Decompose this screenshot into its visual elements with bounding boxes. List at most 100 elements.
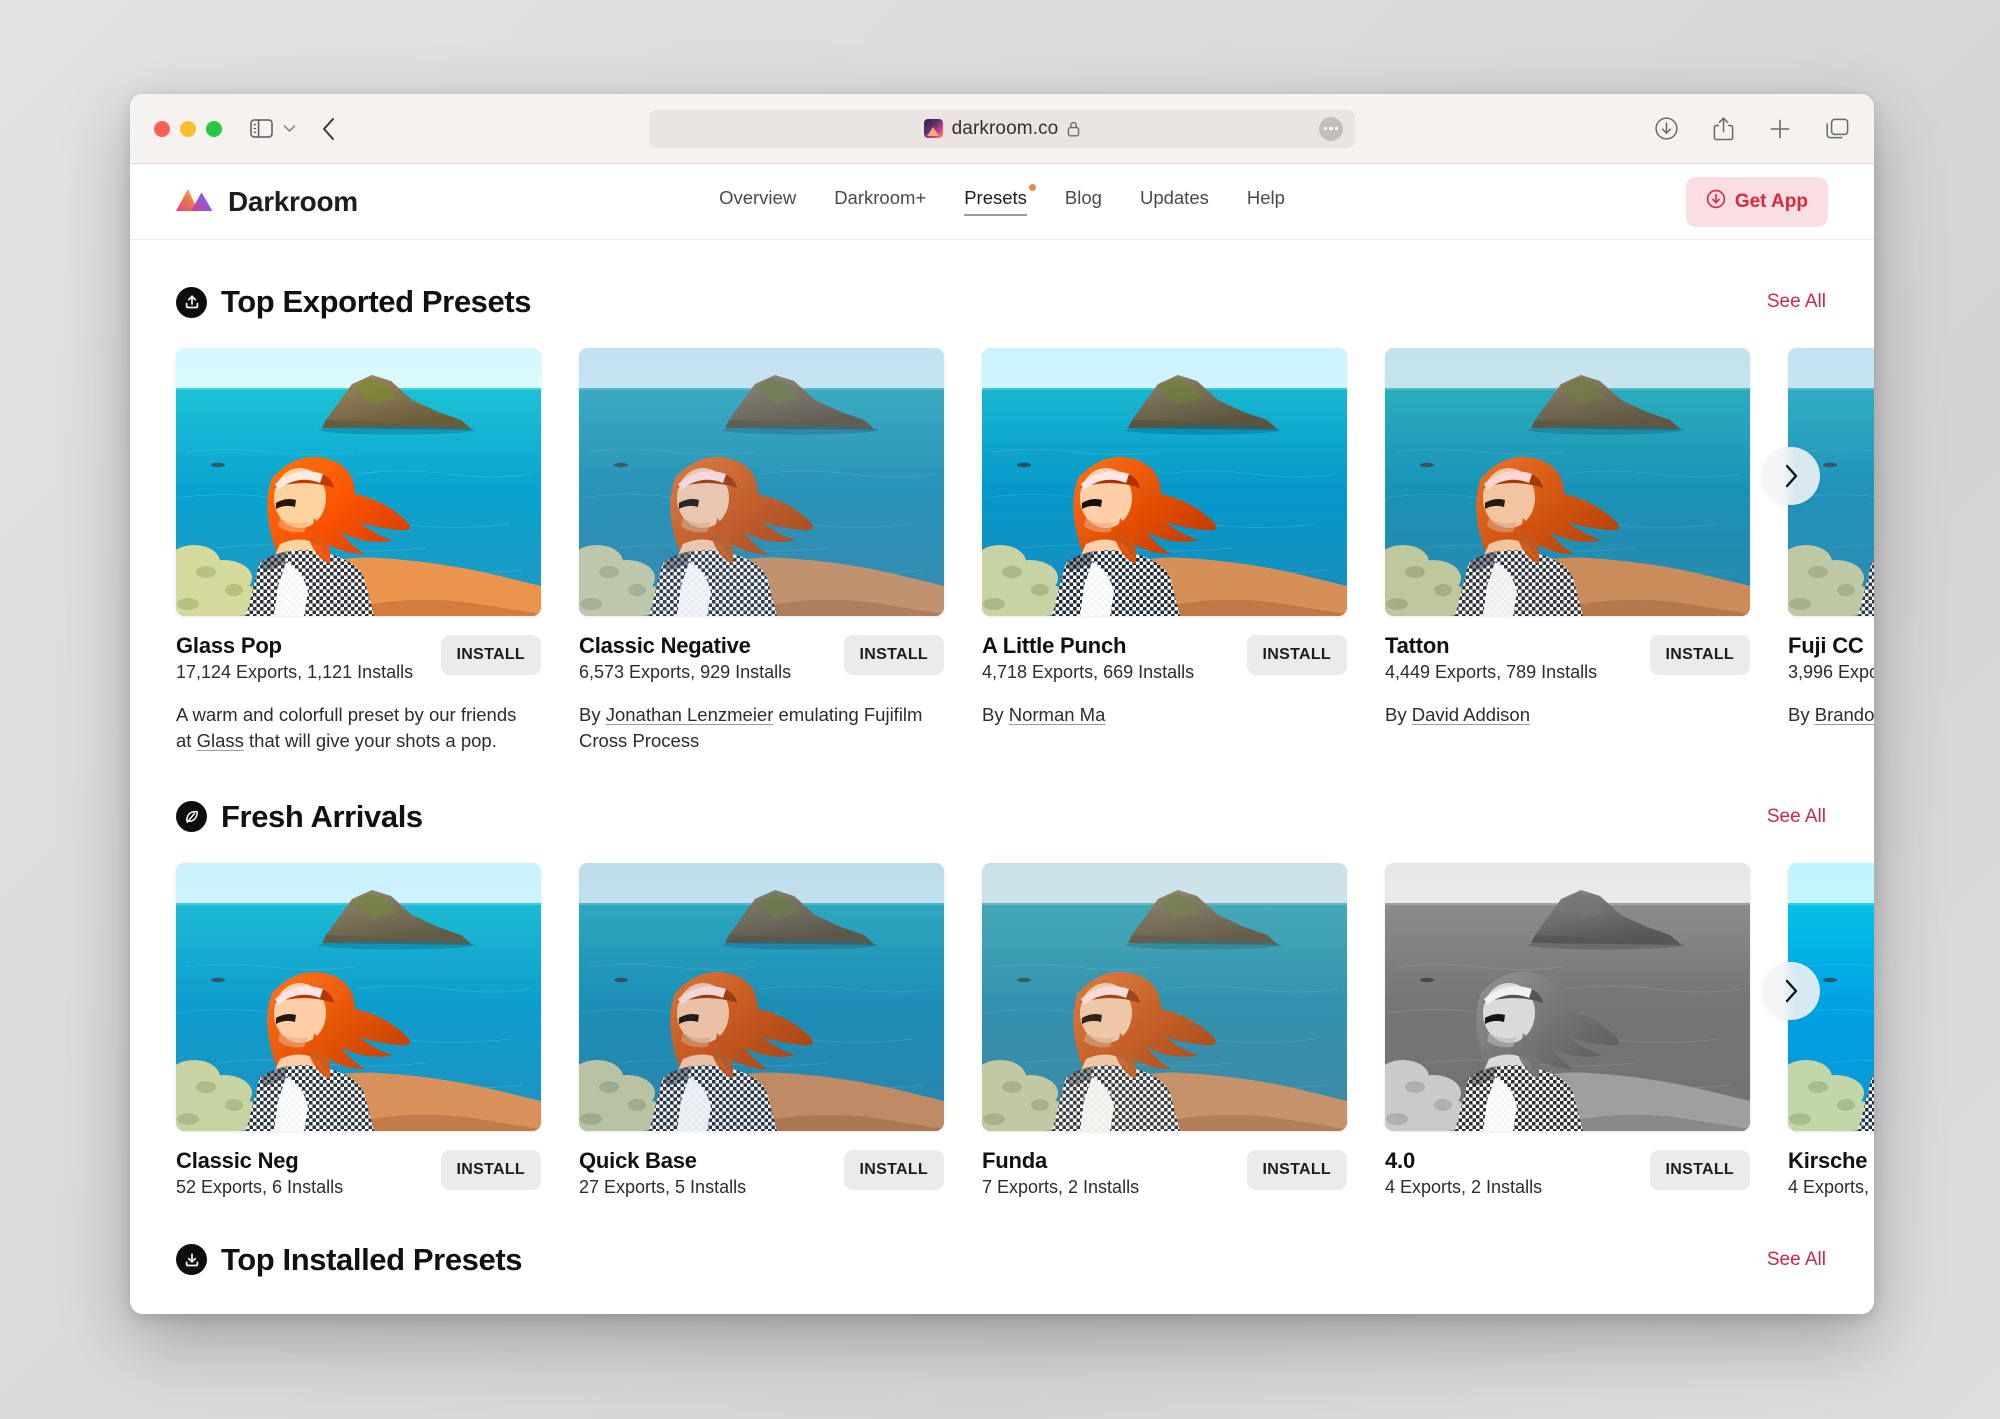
preset-thumbnail[interactable]: [1385, 863, 1750, 1131]
install-button[interactable]: INSTALL: [441, 635, 541, 675]
carousel-track: Classic Neg 52 Exports, 6 Installs INSTA…: [176, 863, 1874, 1198]
nav-item-darkroom-plus[interactable]: Darkroom+: [834, 187, 926, 216]
section-title: Top Installed Presets: [221, 1242, 522, 1278]
main-nav: Overview Darkroom+ Presets Blog Updates …: [719, 187, 1285, 216]
preset-meta: 4.0 4 Exports, 2 Installs INSTALL: [1385, 1148, 1750, 1198]
see-all-link[interactable]: See All: [1767, 806, 1828, 828]
preset-meta: Glass Pop 17,124 Exports, 1,121 Installs…: [176, 633, 541, 683]
get-app-button[interactable]: Get App: [1686, 177, 1828, 227]
carousel-next-button[interactable]: [1762, 962, 1820, 1020]
page-menu-button[interactable]: [1319, 117, 1343, 141]
preset-card[interactable]: Kirsche P 4 Exports, 1 INSTALL: [1788, 863, 1874, 1198]
preset-thumbnail[interactable]: [982, 348, 1347, 616]
desc-link[interactable]: Glass: [197, 730, 244, 751]
downloads-icon[interactable]: [1654, 116, 1679, 141]
close-window-button[interactable]: [154, 121, 170, 137]
preset-thumbnail[interactable]: [1385, 348, 1750, 616]
preset-thumbnail[interactable]: [176, 348, 541, 616]
lock-icon: [1067, 121, 1080, 137]
preset-stats: 3,996 Exports: [1788, 662, 1874, 683]
preset-card[interactable]: Classic Negative 6,573 Exports, 929 Inst…: [579, 348, 944, 755]
nav-label: Updates: [1140, 187, 1209, 208]
brand-logo-link[interactable]: Darkroom: [176, 185, 358, 218]
see-all-link[interactable]: See All: [1767, 291, 1828, 313]
tab-overview-icon[interactable]: [1825, 117, 1850, 141]
address-bar[interactable]: darkroom.co: [649, 110, 1355, 148]
desc-text: By: [1788, 704, 1815, 725]
install-button[interactable]: INSTALL: [844, 635, 944, 675]
brand-name: Darkroom: [228, 186, 358, 218]
browser-window: darkroom.co: [130, 94, 1874, 1314]
preset-card[interactable]: Fuji CC 3,996 Exports INSTALL By Brandon…: [1788, 348, 1874, 755]
preset-card[interactable]: A Little Punch 4,718 Exports, 669 Instal…: [982, 348, 1347, 755]
preset-card[interactable]: Classic Neg 52 Exports, 6 Installs INSTA…: [176, 863, 541, 1198]
preset-stats: 7 Exports, 2 Installs: [982, 1177, 1139, 1198]
export-upload-icon: [176, 287, 207, 318]
preset-card[interactable]: Funda 7 Exports, 2 Installs INSTALL: [982, 863, 1347, 1198]
preset-description: By Brandon Chrome: [1788, 702, 1874, 728]
preset-meta: Funda 7 Exports, 2 Installs INSTALL: [982, 1148, 1347, 1198]
section-header: Top Installed Presets See All: [130, 1242, 1874, 1278]
install-button[interactable]: INSTALL: [441, 1150, 541, 1190]
desc-text: By: [1385, 704, 1412, 725]
carousel-next-button[interactable]: [1762, 447, 1820, 505]
preset-stats: 4,449 Exports, 789 Installs: [1385, 662, 1597, 683]
see-all-link[interactable]: See All: [1767, 1249, 1828, 1271]
preset-thumbnail[interactable]: [176, 863, 541, 1131]
plus-icon[interactable]: [1768, 117, 1792, 141]
desc-text: that will give your shots a pop.: [244, 730, 497, 751]
desc-text: By: [579, 704, 606, 725]
preset-thumbnail[interactable]: [579, 348, 944, 616]
preset-thumbnail[interactable]: [579, 863, 944, 1131]
install-button[interactable]: INSTALL: [1650, 635, 1750, 675]
nav-item-overview[interactable]: Overview: [719, 187, 796, 216]
section-header: Top Exported Presets See All: [130, 284, 1874, 320]
preset-thumbnail[interactable]: [982, 863, 1347, 1131]
chevron-down-icon[interactable]: [283, 124, 296, 133]
preset-meta: Fuji CC 3,996 Exports INSTALL: [1788, 633, 1874, 683]
back-chevron-icon[interactable]: [322, 117, 336, 141]
preset-meta: Classic Neg 52 Exports, 6 Installs INSTA…: [176, 1148, 541, 1198]
preset-meta: Quick Base 27 Exports, 5 Installs INSTAL…: [579, 1148, 944, 1198]
preset-description: A warm and colorfull preset by our frien…: [176, 702, 536, 755]
darkroom-logo-icon: [176, 185, 214, 218]
nav-item-help[interactable]: Help: [1247, 187, 1285, 216]
nav-label: Help: [1247, 187, 1285, 208]
page-content: Top Exported Presets See All: [130, 240, 1874, 1314]
install-button[interactable]: INSTALL: [1247, 1150, 1347, 1190]
section-fresh-arrivals: Fresh Arrivals See All: [130, 799, 1874, 1198]
desc-link[interactable]: David Addison: [1412, 704, 1530, 725]
minimize-window-button[interactable]: [180, 121, 196, 137]
preset-name: Classic Neg: [176, 1148, 343, 1174]
nav-item-updates[interactable]: Updates: [1140, 187, 1209, 216]
carousel-top-exported: Glass Pop 17,124 Exports, 1,121 Installs…: [130, 348, 1874, 755]
desc-link[interactable]: Jonathan Lenzmeier: [606, 704, 774, 725]
section-title: Top Exported Presets: [221, 284, 531, 320]
section-top-exported: Top Exported Presets See All: [130, 284, 1874, 755]
preset-name: Glass Pop: [176, 633, 413, 659]
desc-link[interactable]: Brandon: [1815, 704, 1874, 725]
install-button[interactable]: INSTALL: [1247, 635, 1347, 675]
preset-stats: 27 Exports, 5 Installs: [579, 1177, 746, 1198]
sidebar-icon[interactable]: [250, 119, 273, 138]
preset-name: Quick Base: [579, 1148, 746, 1174]
nav-label: Overview: [719, 187, 796, 208]
section-header: Fresh Arrivals See All: [130, 799, 1874, 835]
nav-item-presets[interactable]: Presets: [964, 187, 1027, 216]
preset-card[interactable]: 4.0 4 Exports, 2 Installs INSTALL: [1385, 863, 1750, 1198]
nav-item-blog[interactable]: Blog: [1065, 187, 1102, 216]
preset-name: Kirsche P: [1788, 1148, 1874, 1174]
preset-card[interactable]: Glass Pop 17,124 Exports, 1,121 Installs…: [176, 348, 541, 755]
desc-link[interactable]: Norman Ma: [1009, 704, 1106, 725]
preset-description: By Jonathan Lenzmeier emulating Fujifilm…: [579, 702, 939, 755]
install-button[interactable]: INSTALL: [844, 1150, 944, 1190]
preset-name: Funda: [982, 1148, 1139, 1174]
preset-card[interactable]: Tatton 4,449 Exports, 789 Installs INSTA…: [1385, 348, 1750, 755]
maximize-window-button[interactable]: [206, 121, 222, 137]
preset-stats: 4,718 Exports, 669 Installs: [982, 662, 1194, 683]
preset-meta: A Little Punch 4,718 Exports, 669 Instal…: [982, 633, 1347, 683]
install-button[interactable]: INSTALL: [1650, 1150, 1750, 1190]
share-icon[interactable]: [1712, 116, 1735, 142]
preset-card[interactable]: Quick Base 27 Exports, 5 Installs INSTAL…: [579, 863, 944, 1198]
darkroom-favicon: [924, 119, 943, 138]
